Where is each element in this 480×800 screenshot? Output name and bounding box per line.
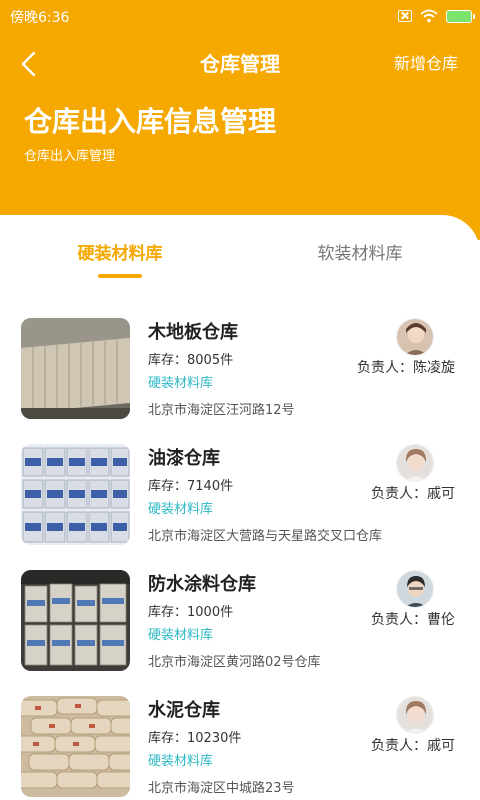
avatar: [396, 318, 434, 356]
warehouse-owner: 负责人：曹伦: [371, 612, 455, 628]
avatar: [396, 444, 434, 482]
warehouse-name: 水泥仓库: [148, 700, 220, 721]
warehouse-name: 油漆仓库: [148, 448, 220, 469]
warehouse-category: 硬装材料库: [148, 754, 214, 769]
warehouse-address: 北京市海淀区中城路23号: [148, 781, 295, 796]
list-item[interactable]: 水泥仓库 库存：10230件 硬装材料库 北京市海淀区中城路23号 负责人：戚可: [0, 696, 480, 800]
warehouse-category: 硬装材料库: [148, 628, 214, 643]
warehouse-stock: 库存：10230件: [148, 731, 242, 746]
warehouse-image: [21, 570, 130, 671]
add-warehouse-button[interactable]: 新增仓库: [394, 52, 458, 76]
warehouse-category: 硬装材料库: [148, 376, 214, 391]
warehouse-image: [21, 696, 130, 797]
warehouse-image: [21, 444, 130, 545]
warehouse-address: 北京市海淀区大营路与天星路交叉口仓库: [148, 529, 383, 544]
hero-subtitle: 仓库出入库管理: [24, 149, 116, 164]
warehouse-owner: 负责人：陈凌旋: [357, 360, 455, 376]
tab-indicator: [98, 274, 142, 278]
avatar: [396, 696, 434, 734]
warehouse-name: 木地板仓库: [148, 322, 238, 343]
warehouse-address: 北京市海淀区黄河路02号仓库: [148, 655, 321, 670]
back-arrow-icon: [21, 51, 36, 77]
warehouse-stock: 库存：8005件: [148, 353, 234, 368]
warehouse-image: [21, 318, 130, 419]
tab-hard-materials[interactable]: 硬装材料库: [0, 240, 240, 268]
wifi-icon: [420, 9, 438, 23]
warehouse-name: 防水涂料仓库: [148, 574, 256, 595]
warehouse-owner: 负责人：戚可: [371, 486, 455, 502]
warehouse-address: 北京市海淀区汪河路12号: [148, 403, 295, 418]
list-item[interactable]: 防水涂料仓库 库存：1000件 硬装材料库 北京市海淀区黄河路02号仓库 负责人…: [0, 570, 480, 680]
tab-soft-materials[interactable]: 软装材料库: [240, 240, 480, 268]
status-time: 傍晚6:36: [10, 10, 70, 26]
warehouse-stock: 库存：1000件: [148, 605, 234, 620]
avatar: [396, 570, 434, 608]
header-banner: 傍晚6:36 仓库管理 新增仓库 仓库出入库信息管理 仓库出入库管理: [0, 0, 480, 240]
back-button[interactable]: [18, 50, 42, 78]
warehouse-stock: 库存：7140件: [148, 479, 234, 494]
tab-bar: 硬装材料库 软装材料库: [0, 240, 480, 280]
warehouse-owner: 负责人：戚可: [371, 738, 455, 754]
battery-icon: [446, 9, 475, 23]
status-icons: [398, 6, 475, 26]
list-item[interactable]: 木地板仓库 库存：8005件 硬装材料库 北京市海淀区汪河路12号 负责人：陈凌…: [0, 318, 480, 428]
warehouse-category: 硬装材料库: [148, 502, 214, 517]
status-bar: 傍晚6:36: [0, 0, 480, 32]
hero-title: 仓库出入库信息管理: [24, 105, 277, 138]
no-sim-icon: [398, 10, 412, 22]
list-item[interactable]: 油漆仓库 库存：7140件 硬装材料库 北京市海淀区大营路与天星路交叉口仓库 负…: [0, 444, 480, 554]
